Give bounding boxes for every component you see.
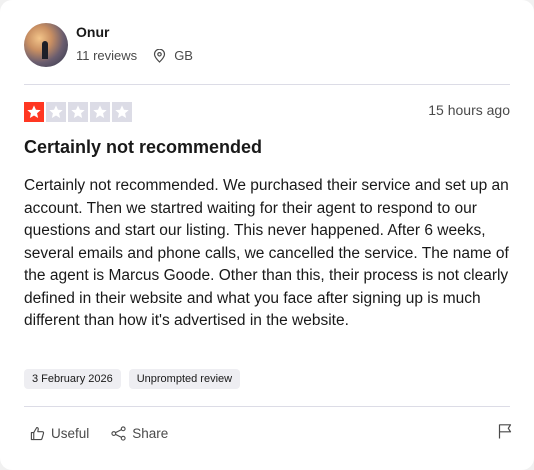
star-empty-icon: [46, 102, 66, 122]
review-tags: 3 February 2026 Unprompted review: [24, 369, 241, 389]
star-empty-icon: [68, 102, 88, 122]
reviews-count: 11 reviews: [76, 48, 138, 63]
rating-row: 15 hours ago: [24, 85, 510, 137]
useful-label: Useful: [51, 425, 90, 441]
star-empty-icon: [90, 102, 110, 122]
reviewer-header: Onur 11 reviews GB: [24, 0, 510, 84]
experience-date-tag: 3 February 2026: [24, 369, 121, 389]
star-icon: [49, 105, 63, 118]
footer-divider: [24, 406, 510, 407]
star-filled-icon: [24, 102, 44, 122]
location-pin-icon: [154, 48, 166, 63]
review-title[interactable]: Certainly not recommended: [24, 137, 262, 158]
review-body: Certainly not recommended. We purchased …: [24, 177, 509, 329]
star-icon: [71, 105, 85, 118]
reviewer-location: GB: [153, 48, 193, 63]
share-button[interactable]: Share: [111, 426, 168, 441]
share-label: Share: [132, 425, 169, 441]
avatar[interactable]: [24, 23, 68, 67]
star-rating: [24, 102, 132, 122]
reviewer-name[interactable]: Onur: [76, 24, 109, 40]
flag-icon: [498, 424, 512, 439]
reviewer-meta: 11 reviews GB: [76, 48, 193, 63]
thumbs-up-icon: [30, 426, 45, 440]
report-button[interactable]: [498, 423, 512, 442]
review-source-tag[interactable]: Unprompted review: [128, 369, 241, 389]
star-icon: [93, 105, 107, 118]
star-empty-icon: [112, 102, 132, 122]
share-icon: [111, 425, 126, 441]
useful-button[interactable]: Useful: [30, 426, 89, 441]
star-icon: [27, 105, 41, 118]
country-code: GB: [174, 48, 193, 63]
review-time: 15 hours ago: [428, 102, 510, 118]
review-actions: Useful Share: [30, 422, 512, 444]
star-icon: [115, 105, 129, 118]
